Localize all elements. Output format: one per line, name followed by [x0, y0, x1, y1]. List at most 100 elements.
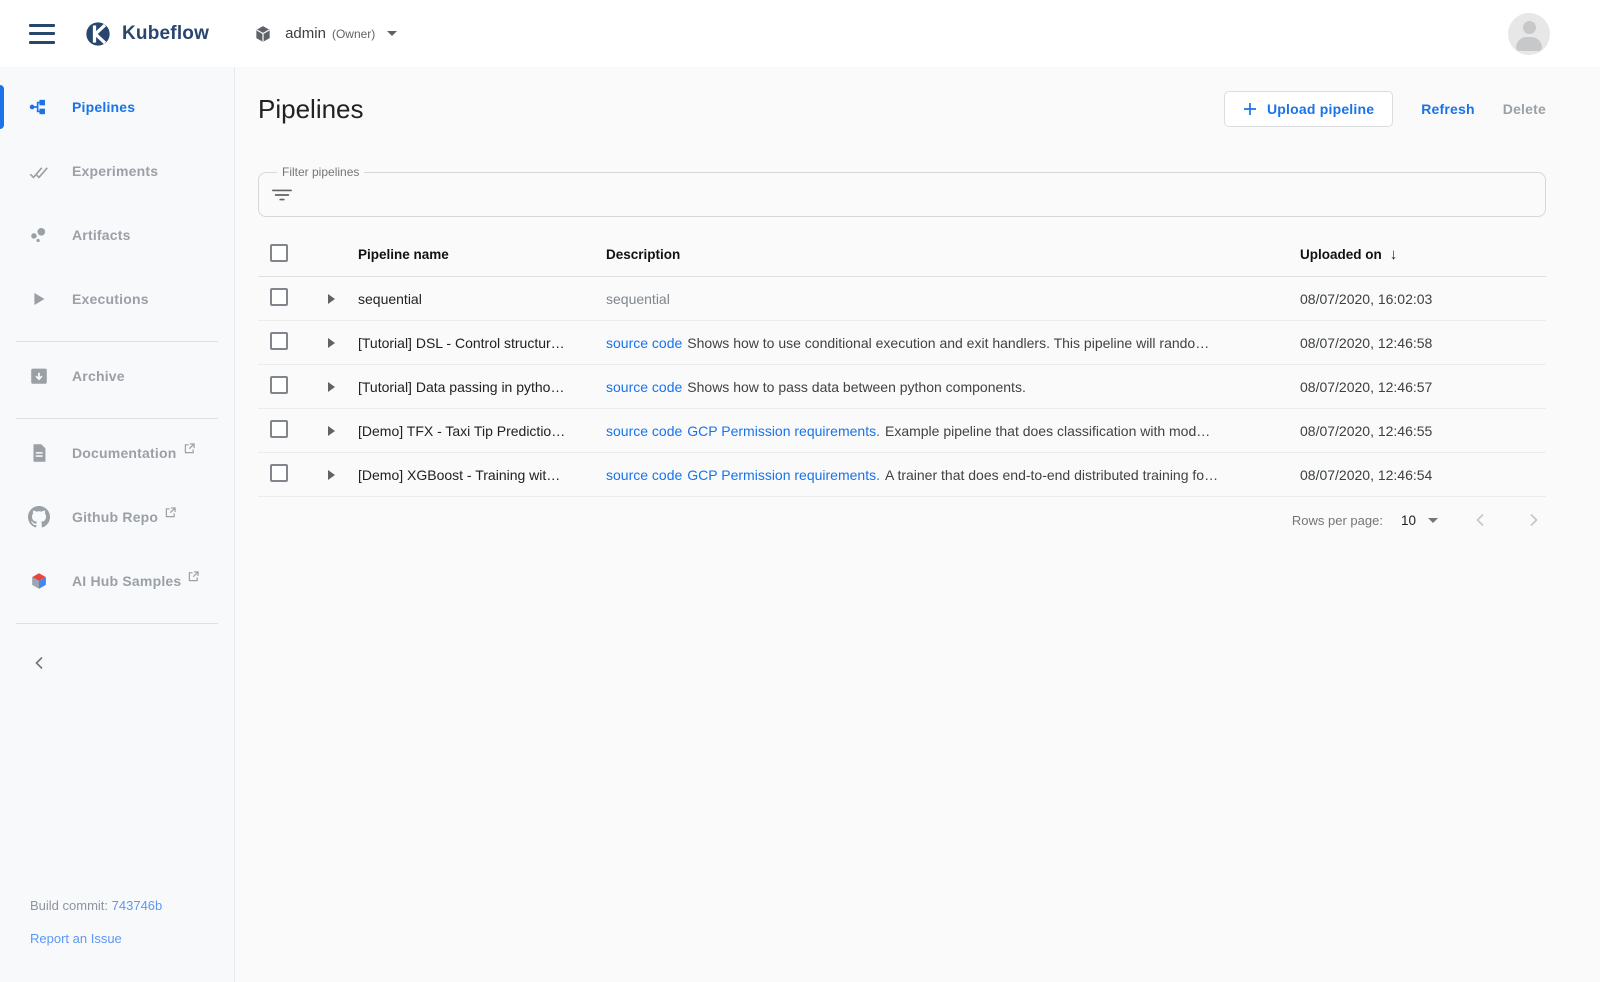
- sidebar-divider: [16, 623, 218, 624]
- gcp-permission-link[interactable]: GCP Permission requirements.: [687, 423, 880, 439]
- build-commit-link[interactable]: 743746b: [112, 898, 163, 913]
- pipeline-description: source codeGCP Permission requirements.E…: [606, 423, 1300, 439]
- report-issue-link[interactable]: Report an Issue: [30, 931, 122, 946]
- table-row[interactable]: sequential sequential 08/07/2020, 16:02:…: [258, 277, 1546, 321]
- upload-pipeline-button[interactable]: Upload pipeline: [1224, 91, 1393, 127]
- pagination-bar: Rows per page: 10: [258, 497, 1546, 543]
- table-row[interactable]: [Tutorial] DSL - Control structur… sourc…: [258, 321, 1546, 365]
- sidebar-footer: Build commit: 743746b Report an Issue: [30, 898, 162, 946]
- namespace-cube-icon: [253, 24, 273, 44]
- chevron-right-icon: [1531, 515, 1537, 526]
- page-title: Pipelines: [258, 94, 364, 125]
- sidebar-divider: [16, 341, 218, 342]
- source-code-link[interactable]: source code: [606, 335, 682, 351]
- uploaded-date: 08/07/2020, 16:02:03: [1300, 291, 1546, 307]
- sort-desc-arrow-icon: ↓: [1390, 246, 1398, 263]
- sidebar-item-archive[interactable]: Archive: [0, 354, 234, 398]
- ai-hub-icon: [28, 570, 50, 592]
- kubeflow-logo-icon: [84, 20, 112, 48]
- filter-icon: [271, 184, 293, 206]
- table-row[interactable]: [Demo] XGBoost - Training wit… source co…: [258, 453, 1546, 497]
- rows-per-page-dropdown-icon[interactable]: [1428, 518, 1438, 523]
- namespace-name: admin: [285, 25, 326, 42]
- sidebar-collapse-button[interactable]: [24, 648, 56, 680]
- sidebar-item-experiments[interactable]: Experiments: [0, 149, 234, 193]
- source-code-link[interactable]: source code: [606, 467, 682, 483]
- expand-row-icon[interactable]: [328, 426, 335, 436]
- artifacts-icon: [28, 224, 50, 246]
- sidebar-item-label: Experiments: [72, 163, 158, 179]
- row-checkbox[interactable]: [270, 464, 288, 482]
- uploaded-date: 08/07/2020, 12:46:57: [1300, 379, 1546, 395]
- chevron-down-icon: [387, 31, 397, 36]
- avatar-person-icon: [1523, 21, 1536, 34]
- gcp-permission-link[interactable]: GCP Permission requirements.: [687, 467, 880, 483]
- table-row[interactable]: [Demo] TFX - Taxi Tip Predictio… source …: [258, 409, 1546, 453]
- namespace-selector[interactable]: admin (Owner): [253, 24, 397, 44]
- column-header-description: Description: [606, 247, 1300, 262]
- expand-row-icon[interactable]: [328, 470, 335, 480]
- sidebar-item-label: Executions: [72, 291, 149, 307]
- chevron-left-icon: [1478, 515, 1484, 526]
- sidebar-item-github-repo[interactable]: Github Repo: [0, 495, 234, 539]
- sidebar-item-documentation[interactable]: Documentation: [0, 431, 234, 475]
- pipeline-name[interactable]: [Demo] XGBoost - Training wit…: [358, 467, 606, 483]
- rows-per-page-label: Rows per page:: [1292, 513, 1383, 528]
- namespace-role: (Owner): [332, 27, 375, 41]
- uploaded-date: 08/07/2020, 12:46:58: [1300, 335, 1546, 351]
- sidebar: Pipelines Experiments: [0, 67, 235, 982]
- row-checkbox[interactable]: [270, 376, 288, 394]
- pipeline-description: source codeShows how to use conditional …: [606, 335, 1300, 351]
- previous-page-button[interactable]: [1472, 511, 1490, 529]
- sidebar-item-ai-hub-samples[interactable]: AI Hub Samples: [0, 559, 234, 603]
- plus-icon: [1243, 102, 1257, 116]
- pipeline-name[interactable]: [Tutorial] Data passing in pytho…: [358, 379, 606, 395]
- chevron-left-icon: [37, 657, 43, 668]
- archive-icon: [28, 365, 50, 387]
- expand-row-icon[interactable]: [328, 382, 335, 392]
- table-header-row: Pipeline name Description Uploaded on ↓: [258, 233, 1546, 277]
- hamburger-menu-icon[interactable]: [26, 21, 58, 47]
- sidebar-item-label: Pipelines: [72, 99, 135, 115]
- sidebar-item-artifacts[interactable]: Artifacts: [0, 213, 234, 257]
- pipelines-icon: [28, 96, 50, 118]
- filter-input[interactable]: [303, 179, 1533, 209]
- column-header-pipeline-name: Pipeline name: [358, 247, 606, 262]
- row-checkbox[interactable]: [270, 420, 288, 438]
- sidebar-item-label: AI Hub Samples: [72, 573, 181, 589]
- pipeline-description: source codeGCP Permission requirements.A…: [606, 467, 1300, 483]
- column-header-uploaded-on[interactable]: Uploaded on ↓: [1300, 246, 1546, 263]
- sidebar-item-label: Documentation: [72, 445, 177, 461]
- github-icon: [28, 506, 50, 528]
- main-content: Pipelines Upload pipeline Refresh Delete…: [235, 67, 1600, 982]
- filter-label: Filter pipelines: [277, 165, 364, 179]
- sidebar-item-executions[interactable]: Executions: [0, 277, 234, 321]
- topbar: Kubeflow admin (Owner): [0, 0, 1600, 67]
- delete-button[interactable]: Delete: [1503, 101, 1546, 117]
- external-link-icon: [165, 505, 176, 521]
- uploaded-date: 08/07/2020, 12:46:54: [1300, 467, 1546, 483]
- source-code-link[interactable]: source code: [606, 379, 682, 395]
- select-all-checkbox[interactable]: [270, 244, 288, 262]
- row-checkbox[interactable]: [270, 332, 288, 350]
- pipeline-name[interactable]: [Tutorial] DSL - Control structur…: [358, 335, 606, 351]
- executions-icon: [28, 288, 50, 310]
- external-link-icon: [188, 569, 199, 585]
- table-row[interactable]: [Tutorial] Data passing in pytho… source…: [258, 365, 1546, 409]
- pipeline-name[interactable]: sequential: [358, 291, 606, 307]
- sidebar-item-label: Github Repo: [72, 509, 158, 525]
- kubeflow-app: Kubeflow admin (Owner): [0, 0, 1600, 982]
- expand-row-icon[interactable]: [328, 338, 335, 348]
- kubeflow-brand[interactable]: Kubeflow: [84, 20, 209, 48]
- external-link-icon: [184, 441, 195, 457]
- refresh-button[interactable]: Refresh: [1421, 101, 1475, 117]
- rows-per-page-value[interactable]: 10: [1401, 513, 1416, 528]
- build-commit-label: Build commit:: [30, 898, 108, 913]
- row-checkbox[interactable]: [270, 288, 288, 306]
- next-page-button[interactable]: [1524, 511, 1542, 529]
- avatar[interactable]: [1508, 13, 1550, 55]
- pipeline-name[interactable]: [Demo] TFX - Taxi Tip Predictio…: [358, 423, 606, 439]
- source-code-link[interactable]: source code: [606, 423, 682, 439]
- expand-row-icon[interactable]: [328, 294, 335, 304]
- sidebar-item-pipelines[interactable]: Pipelines: [0, 85, 234, 129]
